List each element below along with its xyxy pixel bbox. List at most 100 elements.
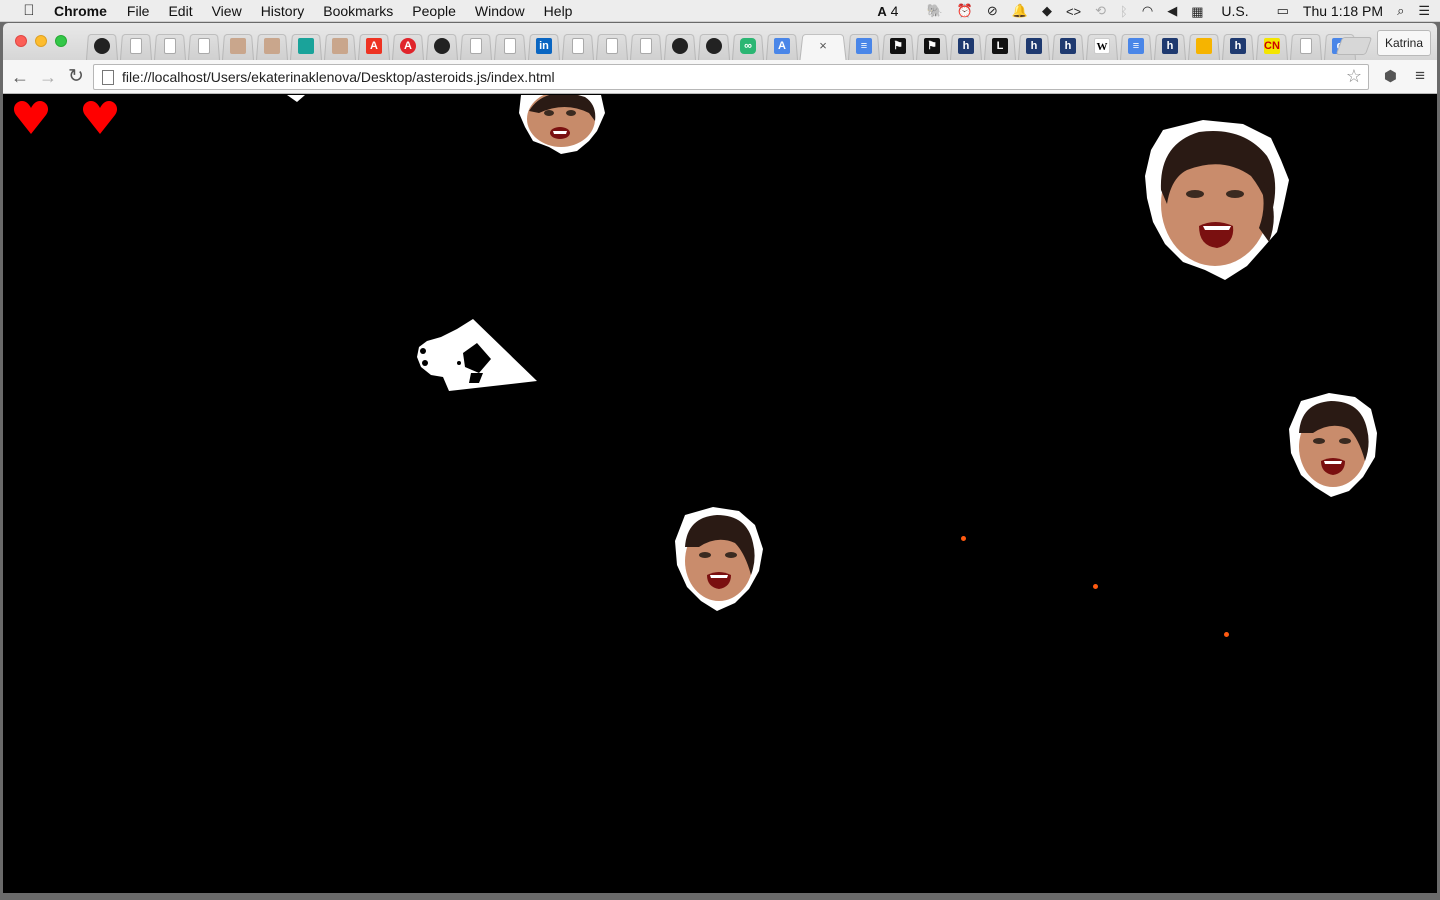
window-close-button[interactable]: [15, 35, 27, 47]
adobe-icon: A: [366, 37, 382, 54]
tab[interactable]: ≡: [1119, 31, 1153, 60]
tab[interactable]: [289, 31, 323, 60]
spotlight-search-icon[interactable]: ⌕: [1397, 3, 1404, 19]
life-heart-icon: [13, 101, 49, 134]
tab[interactable]: [119, 31, 153, 60]
do-not-disturb-icon[interactable]: ⊘: [987, 3, 998, 19]
tab[interactable]: [697, 31, 731, 60]
game-canvas[interactable]: [3, 95, 1437, 893]
tab[interactable]: A: [357, 31, 391, 60]
tab-active[interactable]: ×: [799, 31, 847, 60]
window-maximize-button[interactable]: [55, 35, 67, 47]
tab[interactable]: [595, 31, 629, 60]
tab[interactable]: [459, 31, 493, 60]
bookmark-star-icon[interactable]: ☆: [1346, 66, 1362, 87]
tab[interactable]: ⚑: [881, 31, 915, 60]
menu-edit[interactable]: Edit: [168, 3, 192, 19]
doc-icon: [504, 37, 516, 54]
menu-view[interactable]: View: [212, 3, 242, 19]
tab[interactable]: [153, 31, 187, 60]
menu-file[interactable]: File: [127, 3, 150, 19]
tab[interactable]: h: [1221, 31, 1255, 60]
tab[interactable]: [663, 31, 697, 60]
menu-help[interactable]: Help: [544, 3, 573, 19]
forward-arrow-icon[interactable]: →: [37, 66, 59, 88]
github-icon: [94, 37, 110, 54]
tab[interactable]: [255, 31, 289, 60]
tab[interactable]: ∞: [731, 31, 765, 60]
menu-clock[interactable]: Thu 1:18 PM: [1303, 3, 1383, 19]
code-brackets-icon[interactable]: <>: [1066, 4, 1081, 19]
menu-history[interactable]: History: [261, 3, 305, 19]
tab[interactable]: h: [1153, 31, 1187, 60]
tab[interactable]: [425, 31, 459, 60]
tab[interactable]: [493, 31, 527, 60]
tab[interactable]: ⚑: [915, 31, 949, 60]
tab[interactable]: A: [765, 31, 799, 60]
bullet: [1224, 632, 1229, 637]
alarm-icon[interactable]: ⏰: [957, 3, 973, 19]
window-minimize-button[interactable]: [35, 35, 47, 47]
tab[interactable]: W: [1085, 31, 1119, 60]
new-tab-button[interactable]: [1335, 37, 1373, 55]
battery-icon[interactable]: ▭: [1277, 3, 1289, 19]
time-machine-icon[interactable]: ⟲: [1095, 3, 1106, 19]
menu-app-name[interactable]: Chrome: [54, 3, 107, 19]
tab-list: A A in ∞ A × ≡ ⚑ ⚑ h L h h W ≡ h h CN: [85, 31, 1357, 60]
tab[interactable]: [85, 31, 119, 60]
tab[interactable]: h: [1017, 31, 1051, 60]
tab[interactable]: [1289, 31, 1323, 60]
tab-close-icon[interactable]: ×: [819, 38, 827, 53]
notification-bell-icon[interactable]: 🔔: [1012, 3, 1028, 19]
dropbox-icon[interactable]: ◆: [1042, 3, 1052, 19]
flag-icon: ⚑: [890, 37, 906, 54]
tab[interactable]: h: [1051, 31, 1085, 60]
person-icon: [264, 37, 280, 54]
tab[interactable]: h: [949, 31, 983, 60]
tab-strip: A A in ∞ A × ≡ ⚑ ⚑ h L h h W ≡ h h CN Ka…: [3, 23, 1437, 60]
cn-icon: CN: [1264, 37, 1280, 54]
tab[interactable]: [187, 31, 221, 60]
tab[interactable]: [561, 31, 595, 60]
person-icon: [332, 37, 348, 54]
menu-bar-status-area: A 4 🐘 ⏰ ⊘ 🔔 ◆ <> ⟲ ᛒ ◠ ◀ ▦ U.S. ▭ Thu 1:…: [877, 0, 1440, 22]
tab[interactable]: [629, 31, 663, 60]
tab[interactable]: [221, 31, 255, 60]
tab[interactable]: L: [983, 31, 1017, 60]
notification-center-icon[interactable]: ☰: [1418, 3, 1430, 19]
extension-icon[interactable]: ⬢: [1384, 67, 1397, 85]
evernote-icon[interactable]: 🐘: [926, 3, 942, 19]
adobe-status-item[interactable]: A 4: [877, 3, 912, 19]
doc-icon: [198, 37, 210, 54]
input-source-label: U.S.: [1221, 2, 1249, 19]
profile-button[interactable]: Katrina: [1377, 30, 1431, 56]
url-text[interactable]: file://localhost/Users/ekaterinaklenova/…: [122, 69, 555, 85]
page-icon: [102, 70, 114, 85]
chrome-menu-icon[interactable]: ≡: [1415, 66, 1425, 86]
input-source[interactable]: ▦ U.S.: [1191, 3, 1262, 20]
tab[interactable]: [1187, 31, 1221, 60]
reload-icon[interactable]: ↻: [65, 66, 87, 88]
box-icon: [1196, 37, 1212, 54]
l-icon: L: [992, 37, 1008, 54]
gdocs-icon: ≡: [856, 37, 872, 54]
bluetooth-icon[interactable]: ᛒ: [1120, 4, 1128, 19]
apple-icon[interactable]: : [18, 2, 40, 19]
wifi-icon[interactable]: ◠: [1142, 3, 1153, 19]
tab[interactable]: [323, 31, 357, 60]
menu-window[interactable]: Window: [475, 3, 525, 19]
tab[interactable]: in: [527, 31, 561, 60]
tab[interactable]: A: [391, 31, 425, 60]
tab[interactable]: ≡: [847, 31, 881, 60]
browser-window: A A in ∞ A × ≡ ⚑ ⚑ h L h h W ≡ h h CN Ka…: [3, 23, 1437, 893]
wikipedia-icon: W: [1094, 37, 1110, 54]
tab[interactable]: CN: [1255, 31, 1289, 60]
volume-icon[interactable]: ◀: [1167, 3, 1177, 19]
menu-people[interactable]: People: [412, 3, 456, 19]
back-arrow-icon[interactable]: ←: [9, 66, 31, 88]
menu-bookmarks[interactable]: Bookmarks: [323, 3, 393, 19]
h-icon: h: [1060, 37, 1076, 54]
doc-icon: [130, 37, 142, 54]
address-bar[interactable]: file://localhost/Users/ekaterinaklenova/…: [93, 64, 1369, 90]
linkedin-icon: in: [536, 37, 552, 54]
